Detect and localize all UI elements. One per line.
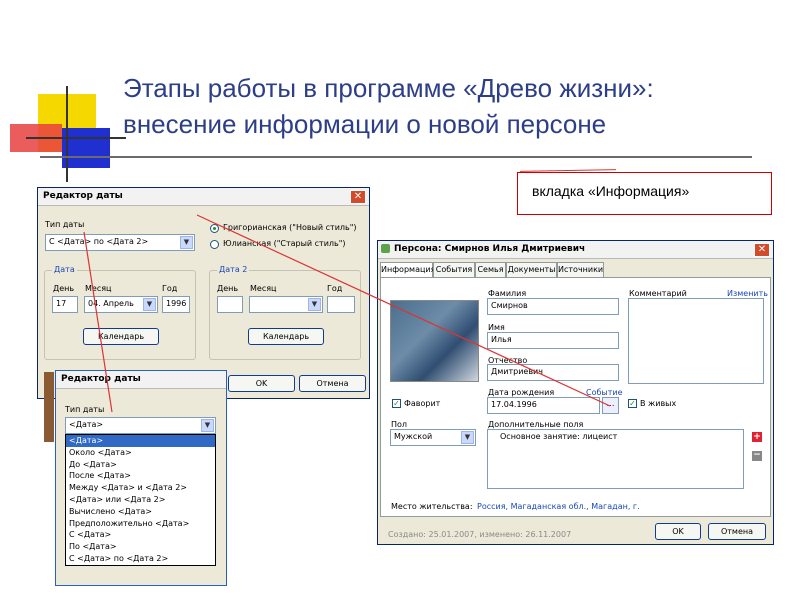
pointer-lines (83, 214, 611, 413)
pointer-line (196, 214, 611, 407)
pointer-line (83, 231, 113, 413)
